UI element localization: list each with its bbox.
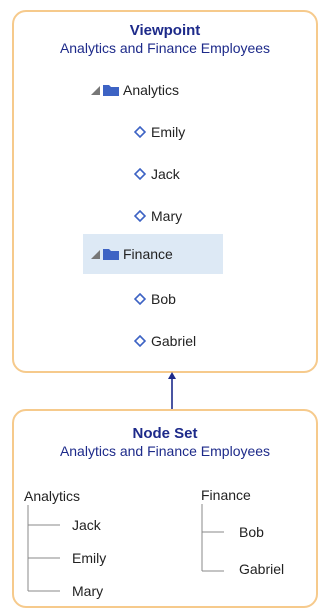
expand-caret-icon[interactable] (90, 249, 100, 259)
viewpoint-card: Viewpoint Analytics and Finance Employee… (12, 10, 318, 373)
nodeset-finance-child: Bob (239, 524, 264, 540)
tree-leaf-label: Bob (151, 291, 176, 307)
tree-leaf-bob[interactable]: Bob (134, 282, 176, 316)
nodeset-finance-child: Gabriel (239, 561, 285, 577)
arrow-up-connector (168, 372, 176, 410)
tree-node-analytics[interactable]: Analytics (90, 73, 179, 107)
nodeset-card: Node Set Analytics and Finance Employees… (12, 409, 318, 608)
folder-icon (103, 249, 119, 260)
nodeset-tree-lines (27, 504, 224, 592)
expand-caret-icon[interactable] (90, 85, 100, 95)
diamond-icon (134, 210, 146, 222)
folder-icon (103, 85, 119, 96)
tree-leaf-label: Emily (151, 124, 186, 140)
tree-leaf-label: Mary (151, 208, 183, 224)
tree-leaf-emily[interactable]: Emily (134, 115, 185, 149)
nodeset-analytics-child: Jack (72, 517, 101, 533)
tree-leaf-gabriel[interactable]: Gabriel (134, 324, 196, 358)
tree-leaf-label: Jack (151, 166, 180, 182)
tree-leaf-mary[interactable]: Mary (134, 199, 182, 233)
nodeset-finance-label: Finance (201, 487, 251, 503)
tree-node-label: Analytics (123, 82, 180, 98)
nodeset-analytics-label: Analytics (24, 488, 81, 504)
diamond-icon (134, 335, 146, 347)
viewpoint-title: Viewpoint (129, 22, 201, 39)
nodeset-analytics-child: Mary (72, 583, 104, 599)
nodeset-analytics-child: Emily (72, 550, 107, 566)
viewpoint-subtitle: Analytics and Finance Employees (59, 40, 271, 56)
diamond-icon (134, 293, 146, 305)
tree-node-finance[interactable]: Finance (83, 234, 223, 274)
diamond-icon (134, 168, 146, 180)
diamond-icon (134, 126, 146, 138)
tree-node-label: Finance (123, 246, 173, 262)
tree-leaf-jack[interactable]: Jack (134, 157, 180, 191)
tree-leaf-label: Gabriel (151, 333, 197, 349)
